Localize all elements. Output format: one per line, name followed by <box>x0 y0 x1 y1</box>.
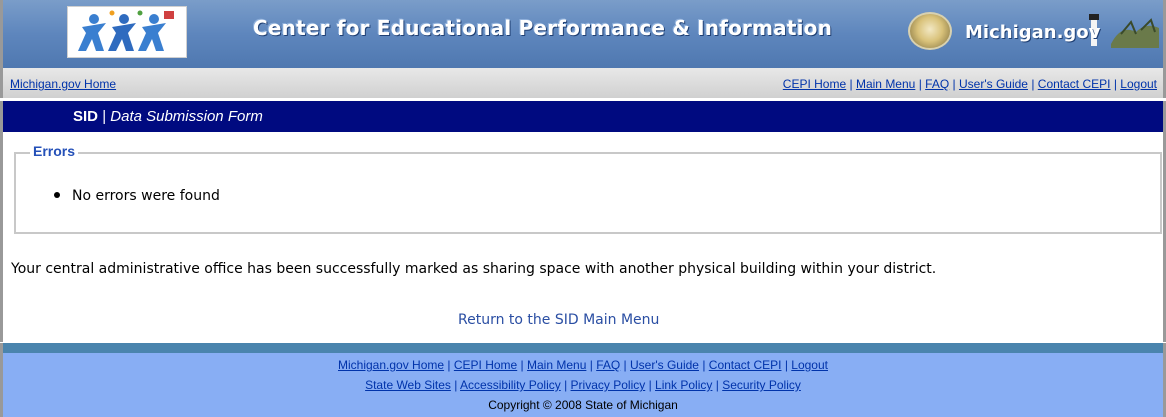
footer-privacy-policy-link[interactable]: Privacy Policy <box>571 378 646 392</box>
banner-title: Center for Educational Performance & Inf… <box>253 16 833 40</box>
nav-faq-link[interactable]: FAQ <box>925 77 949 91</box>
main-content: Errors No errors were found Your central… <box>0 132 1166 342</box>
title-separator: | <box>102 108 107 125</box>
footer-security-policy-link[interactable]: Security Policy <box>722 378 801 392</box>
michigan-seal-icon <box>908 12 952 50</box>
footer-cepi-home-link[interactable]: CEPI Home <box>454 358 517 372</box>
copyright: Copyright © 2008 State of Michigan <box>488 398 678 412</box>
nav-main-menu-link[interactable]: Main Menu <box>856 77 915 91</box>
footer-users-guide-link[interactable]: User's Guide <box>630 358 699 372</box>
footer-michigan-gov-home-link[interactable]: Michigan.gov Home <box>338 358 444 372</box>
footer-accessibility-policy-link[interactable]: Accessibility Policy <box>460 378 561 392</box>
michigan-gov-home-link[interactable]: Michigan.gov Home <box>10 77 116 91</box>
footer-contact-cepi-link[interactable]: Contact CEPI <box>709 358 782 372</box>
success-message: Your central administrative office has b… <box>11 261 937 277</box>
footer-divider <box>0 343 1166 353</box>
footer-links-row-2: State Web Sites | Accessibility Policy |… <box>365 378 801 392</box>
error-list-item: No errors were found <box>54 188 220 204</box>
nav-users-guide-link[interactable]: User's Guide <box>959 77 1028 91</box>
page-title: Data Submission Form <box>110 108 263 125</box>
error-item-text: No errors were found <box>72 188 220 204</box>
footer-state-web-sites-link[interactable]: State Web Sites <box>365 378 451 392</box>
footer-link-policy-link[interactable]: Link Policy <box>655 378 712 392</box>
nav-logout-link[interactable]: Logout <box>1120 77 1157 91</box>
top-nav-links: CEPI Home | Main Menu | FAQ | User's Gui… <box>782 77 1157 91</box>
footer-faq-link[interactable]: FAQ <box>596 358 620 372</box>
bullet-icon <box>54 192 60 198</box>
nav-contact-cepi-link[interactable]: Contact CEPI <box>1038 77 1111 91</box>
header-banner: Center for Educational Performance & Inf… <box>0 0 1166 68</box>
errors-legend: Errors <box>30 143 79 159</box>
top-nav: Michigan.gov Home CEPI Home | Main Menu … <box>0 68 1166 98</box>
footer: Michigan.gov Home | CEPI Home | Main Men… <box>0 353 1166 417</box>
app-name: SID <box>73 108 99 125</box>
return-main-menu-link[interactable]: Return to the SID Main Menu <box>458 312 659 328</box>
page-title-bar: SID | Data Submission Form <box>0 101 1166 132</box>
cepi-logo-icon <box>67 6 187 58</box>
footer-main-menu-link[interactable]: Main Menu <box>527 358 586 372</box>
errors-fieldset: Errors No errors were found <box>14 143 1162 234</box>
footer-links-row-1: Michigan.gov Home | CEPI Home | Main Men… <box>338 358 828 372</box>
nav-cepi-home-link[interactable]: CEPI Home <box>783 77 846 91</box>
footer-logout-link[interactable]: Logout <box>791 358 828 372</box>
michigan-gov-brand: Michigan.gov <box>965 22 1101 43</box>
